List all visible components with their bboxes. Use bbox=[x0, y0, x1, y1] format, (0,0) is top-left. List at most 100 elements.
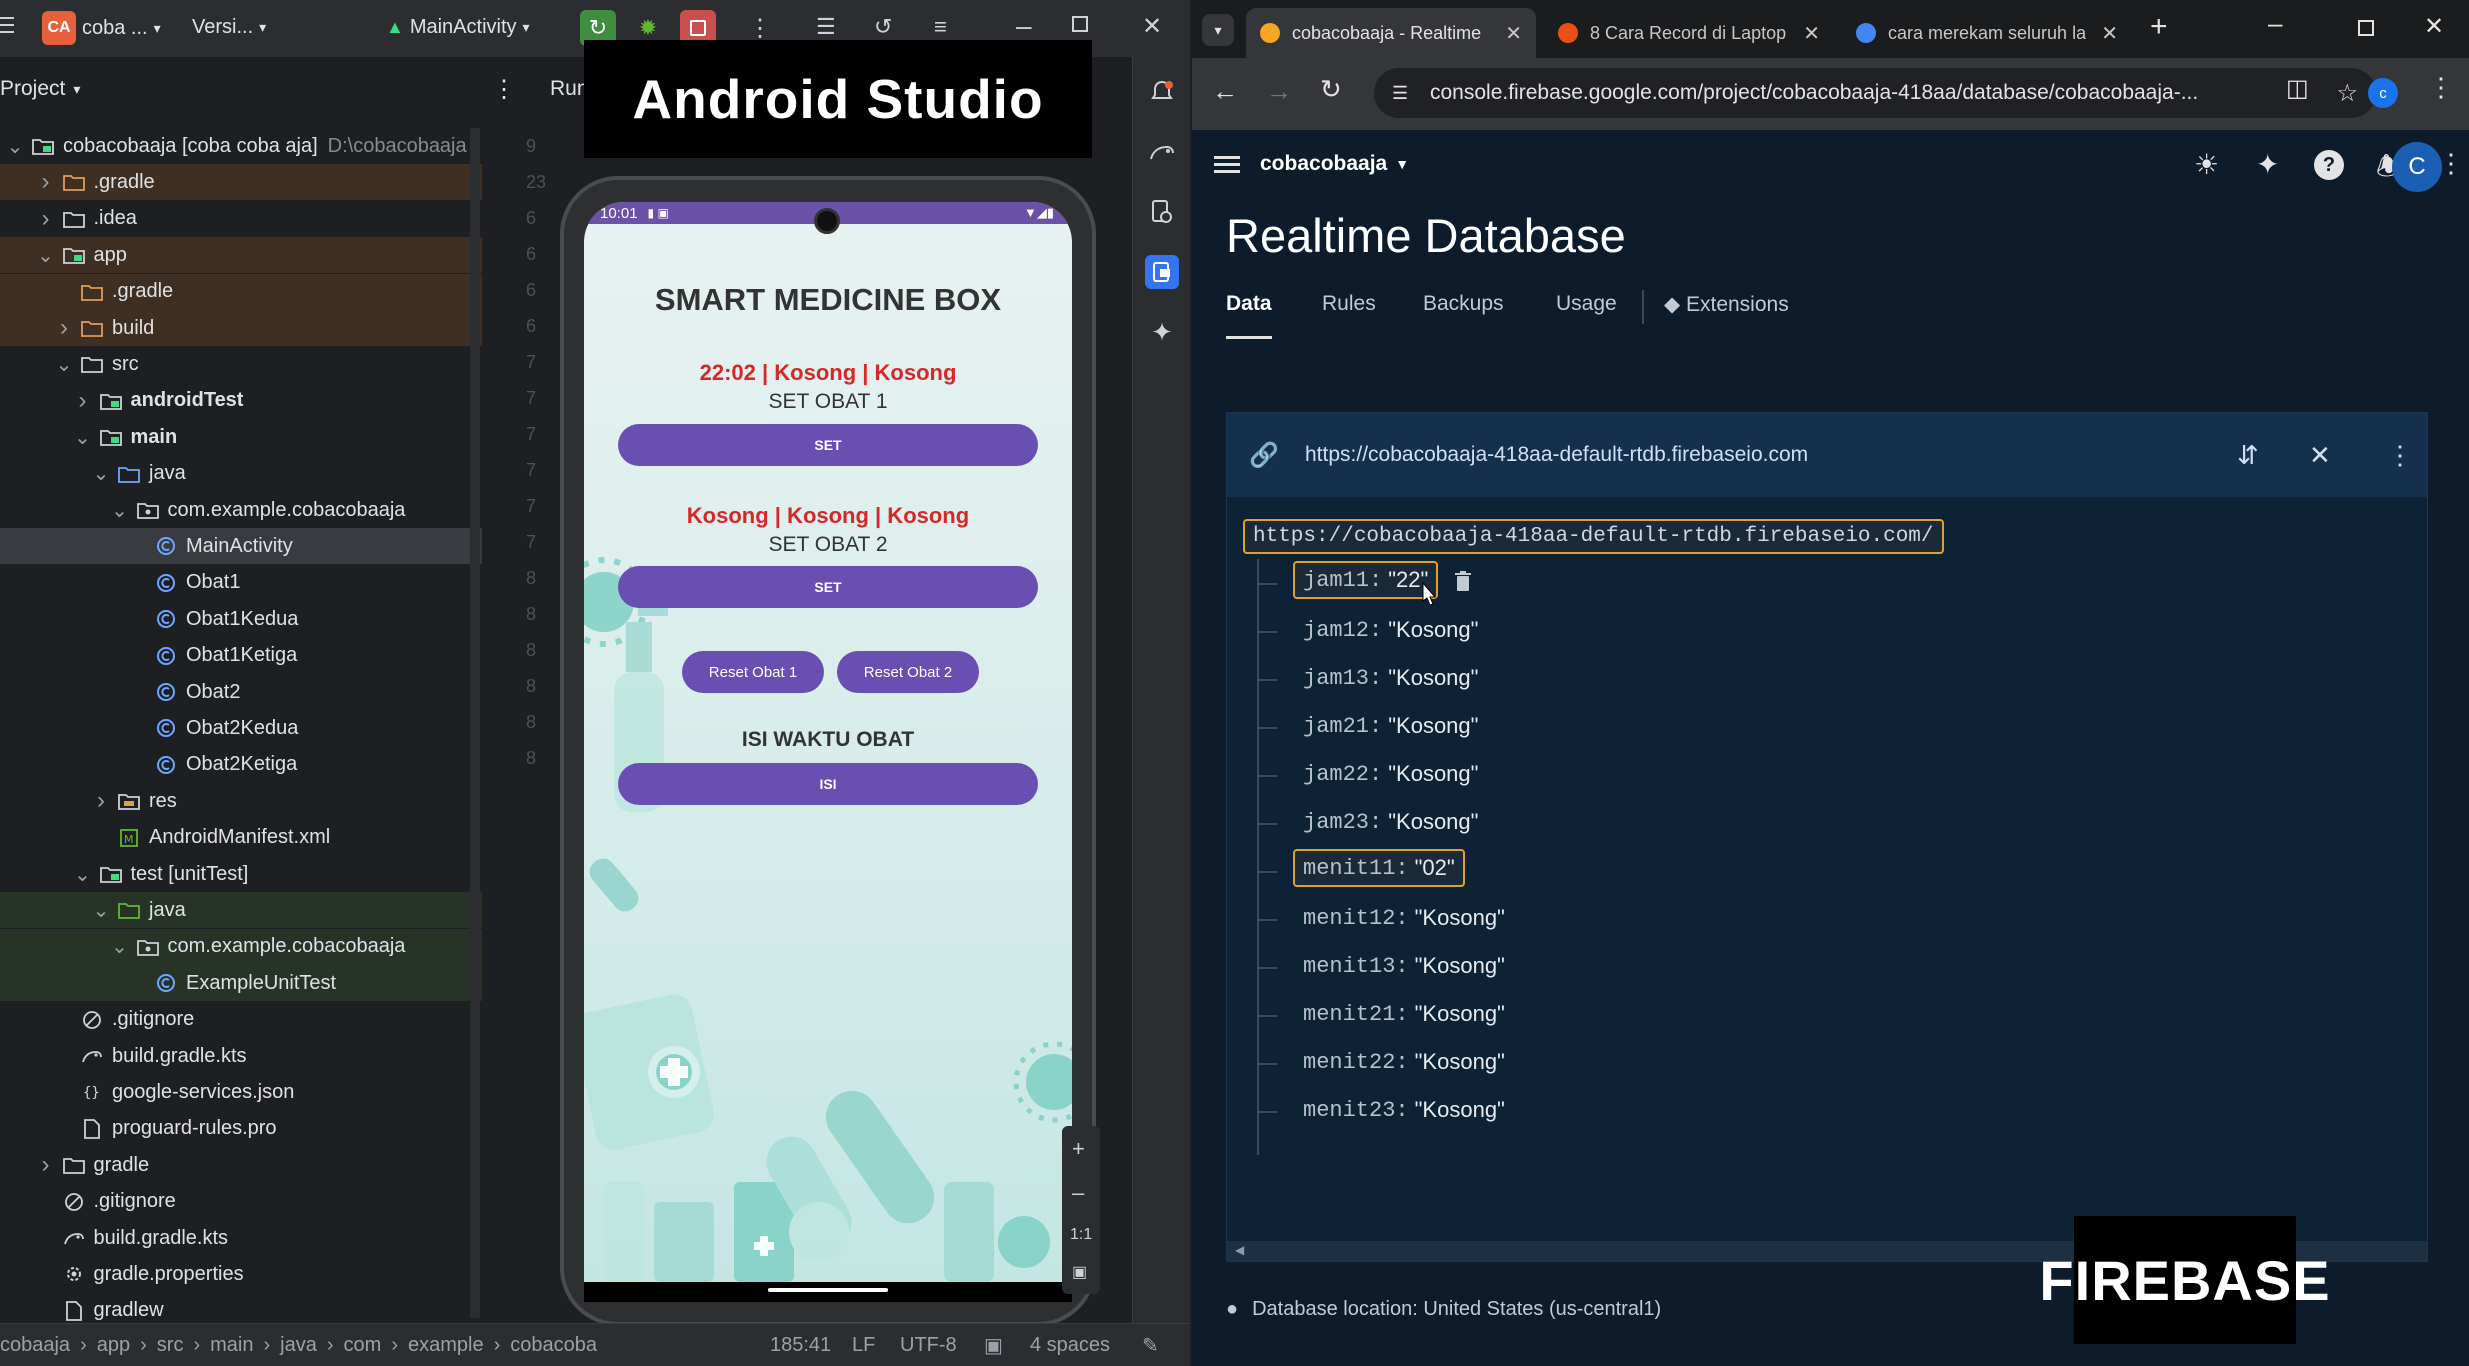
database-node[interactable]: menit23: "Kosong" bbox=[1303, 1097, 1505, 1123]
vcs-menu[interactable]: Versi... ▾ bbox=[192, 16, 266, 39]
tree-item[interactable]: ⌄ cobacobaaja [coba coba aja] D:\cobacobaa… bbox=[0, 128, 482, 164]
running-devices-icon[interactable] bbox=[1145, 255, 1179, 289]
node-value[interactable]: "02" bbox=[1415, 855, 1455, 881]
main-menu-icon[interactable] bbox=[0, 14, 16, 36]
database-url[interactable]: https://cobacobaaja-418aa-default-rtdb.f… bbox=[1305, 443, 1808, 467]
tree-item[interactable]: .gradle bbox=[0, 273, 482, 310]
node-value[interactable]: "Kosong" bbox=[1415, 1049, 1505, 1075]
reload-icon[interactable]: ↻ bbox=[1320, 74, 1342, 105]
chevron-right-icon[interactable]: › bbox=[74, 387, 92, 414]
tree-scrollbar[interactable] bbox=[470, 128, 480, 1318]
isi-button[interactable]: ISI bbox=[618, 763, 1038, 805]
tree-item[interactable]: › .gradle bbox=[0, 164, 482, 201]
address-bar[interactable]: ☰ console.firebase.google.com/project/co… bbox=[1374, 68, 2376, 118]
gradle-icon[interactable] bbox=[1145, 135, 1179, 169]
chrome-menu-icon[interactable]: ⋮ bbox=[2428, 72, 2454, 103]
tree-item[interactable]: Obat1Ketiga bbox=[0, 638, 482, 674]
close-tab-icon[interactable]: ✕ bbox=[2101, 21, 2118, 46]
theme-icon[interactable]: ☀ bbox=[2194, 148, 2219, 181]
gemini-icon[interactable]: ✦ bbox=[1145, 315, 1179, 349]
hamburger-icon[interactable] bbox=[1214, 154, 1240, 174]
minimize-icon[interactable]: – bbox=[2268, 8, 2282, 39]
node-value[interactable]: "Kosong" bbox=[1388, 761, 1478, 787]
set-obat2-button[interactable]: SET bbox=[618, 566, 1038, 608]
chevron-right-icon[interactable]: › bbox=[92, 787, 110, 814]
breadcrumb-item[interactable]: example bbox=[408, 1334, 484, 1357]
node-value[interactable]: "Kosong" bbox=[1388, 665, 1478, 691]
extensions-icon[interactable]: ◫ bbox=[2286, 74, 2309, 103]
tab-usage[interactable]: Usage bbox=[1556, 292, 1617, 316]
indent-setting[interactable]: 4 spaces bbox=[1030, 1334, 1110, 1357]
emulator-screen[interactable]: 10:01 ▮ ▣ ▼◢▮ SMART MEDICINE BOX 22:02 |… bbox=[584, 202, 1072, 1282]
maximize-icon[interactable] bbox=[2358, 20, 2374, 36]
breadcrumb-item[interactable]: main bbox=[210, 1334, 253, 1357]
more-options-icon[interactable]: ⋮ bbox=[2438, 148, 2464, 179]
chevron-down-icon[interactable]: ⌄ bbox=[74, 864, 92, 886]
database-node[interactable]: menit22: "Kosong" bbox=[1303, 1049, 1505, 1075]
lock-icon[interactable]: ✎ bbox=[1142, 1333, 1159, 1358]
breadcrumb-item[interactable]: src bbox=[157, 1334, 184, 1357]
node-value[interactable]: "Kosong" bbox=[1388, 809, 1478, 835]
home-indicator[interactable] bbox=[768, 1288, 888, 1292]
tree-item[interactable]: gradle.properties bbox=[0, 1256, 482, 1292]
tree-item[interactable]: .gitignore bbox=[0, 1184, 482, 1220]
run-tab[interactable]: Run bbox=[550, 77, 589, 101]
notifications-icon[interactable] bbox=[1145, 75, 1179, 109]
more-actions-icon[interactable]: ⋮ bbox=[748, 14, 772, 43]
tree-item[interactable]: › build bbox=[0, 310, 482, 346]
node-value[interactable]: "Kosong" bbox=[1415, 953, 1505, 979]
zoom-out-icon[interactable]: – bbox=[1072, 1180, 1084, 1206]
node-value[interactable]: "Kosong" bbox=[1415, 1001, 1505, 1027]
tree-item[interactable]: ⌄ test [unitTest] bbox=[0, 856, 482, 892]
delete-icon[interactable] bbox=[1455, 571, 1471, 591]
tree-item[interactable]: {} google-services.json bbox=[0, 1074, 482, 1110]
node-value[interactable]: "Kosong" bbox=[1415, 1097, 1505, 1123]
forward-icon[interactable]: → bbox=[1266, 76, 1292, 107]
breadcrumb-item[interactable]: app bbox=[97, 1334, 130, 1357]
tree-item[interactable]: ⌄ java bbox=[0, 892, 482, 929]
database-node[interactable]: menit12: "Kosong" bbox=[1303, 905, 1505, 931]
screenshot-icon[interactable]: ▣ bbox=[1072, 1262, 1087, 1282]
tree-item[interactable]: build.gradle.kts bbox=[0, 1220, 482, 1256]
chevron-down-icon[interactable]: ⌄ bbox=[55, 354, 73, 376]
chevron-down-icon[interactable]: ⌄ bbox=[111, 936, 129, 958]
browser-tab[interactable]: cara merekam seluruh la ✕ bbox=[1842, 8, 2132, 58]
tree-item[interactable]: › gradle bbox=[0, 1147, 482, 1183]
cursor-position[interactable]: 185:41 bbox=[770, 1334, 831, 1357]
line-ending[interactable]: LF bbox=[852, 1334, 875, 1357]
back-icon[interactable]: ← bbox=[1212, 76, 1238, 107]
device-file-explorer-icon[interactable] bbox=[1145, 195, 1179, 229]
chevron-down-icon[interactable]: ⌄ bbox=[6, 136, 24, 158]
tab-backups[interactable]: Backups bbox=[1423, 292, 1504, 316]
help-icon[interactable]: ? bbox=[2314, 150, 2344, 180]
tab-rules[interactable]: Rules bbox=[1322, 292, 1376, 316]
node-value[interactable]: "Kosong" bbox=[1415, 905, 1505, 931]
minimize-icon[interactable]: – bbox=[1016, 10, 1032, 42]
maximize-icon[interactable] bbox=[1072, 16, 1088, 32]
tree-item[interactable]: ⌄ com.example.cobacobaaja bbox=[0, 928, 482, 965]
browser-tab[interactable]: 8 Cara Record di Laptop ✕ bbox=[1544, 8, 1834, 58]
bookmark-star-icon[interactable]: ☆ bbox=[2336, 79, 2358, 108]
tree-item[interactable]: Obat1 bbox=[0, 565, 482, 601]
project-panel-header[interactable]: Project ▾ ⋮ Run bbox=[0, 64, 589, 114]
database-node[interactable]: menit13: "Kosong" bbox=[1303, 953, 1505, 979]
tab-search-icon[interactable]: ▾ bbox=[1202, 14, 1234, 46]
breadcrumb-item[interactable]: cobacoba bbox=[510, 1334, 597, 1357]
sync-icon[interactable]: ↺ bbox=[874, 14, 892, 40]
database-node[interactable]: jam12: "Kosong" bbox=[1303, 617, 1478, 643]
panel-menu-icon[interactable]: ⋮ bbox=[2387, 440, 2413, 471]
tab-extensions[interactable]: ◆ Extensions bbox=[1664, 292, 1789, 317]
chevron-right-icon[interactable]: › bbox=[37, 168, 55, 195]
tree-item[interactable]: build.gradle.kts bbox=[0, 1038, 482, 1074]
device-manager-icon[interactable]: ☰ bbox=[816, 14, 836, 40]
scroll-left-icon[interactable]: ◀ bbox=[1235, 1243, 1244, 1257]
node-value[interactable]: "Kosong" bbox=[1388, 713, 1478, 739]
breadcrumb-item[interactable]: java bbox=[280, 1334, 317, 1357]
chevron-right-icon[interactable]: › bbox=[37, 1151, 55, 1178]
close-icon[interactable]: ✕ bbox=[2424, 12, 2444, 41]
chevron-down-icon[interactable]: ⌄ bbox=[37, 245, 55, 267]
collapse-icon[interactable]: ✕ bbox=[2309, 440, 2331, 471]
chevron-down-icon[interactable]: ⌄ bbox=[111, 500, 129, 522]
chevron-down-icon[interactable]: ⌄ bbox=[92, 900, 110, 922]
database-node[interactable]: menit11: "02" bbox=[1293, 849, 1465, 887]
